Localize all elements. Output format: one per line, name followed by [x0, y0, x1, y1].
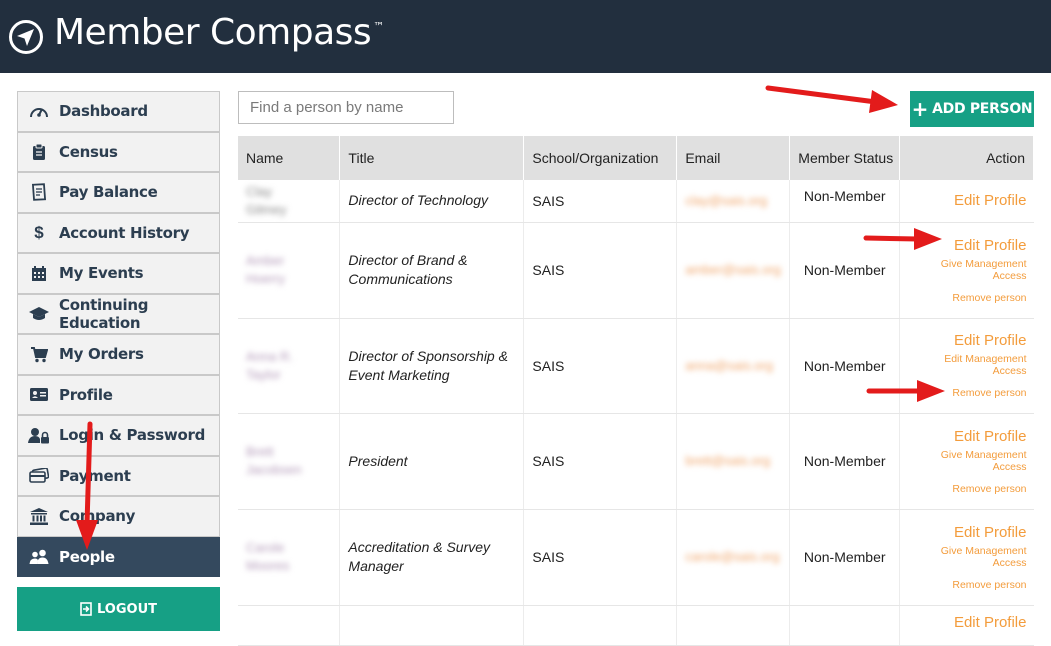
sidebar-item-label: Profile	[59, 385, 113, 404]
sidebar-item-label: Account History	[59, 223, 190, 242]
credit-card-icon	[28, 467, 50, 485]
person-email[interactable]: clay@sais.org	[685, 192, 777, 210]
give-management-access-link[interactable]: Give Management Access	[908, 449, 1027, 473]
table-row: Brett Jacobsen President SAIS brett@sais…	[238, 413, 1034, 510]
row-actions: Edit Profile Give Management Access Remo…	[899, 509, 1034, 606]
edit-profile-link[interactable]: Edit Profile	[908, 614, 1027, 631]
plus-icon: +	[911, 97, 929, 121]
compass-icon	[9, 20, 43, 54]
person-email[interactable]: anna@sais.org	[685, 357, 777, 375]
give-management-access-link[interactable]: Give Management Access	[908, 258, 1027, 282]
person-organization: SAIS	[523, 509, 678, 606]
person-organization: SAIS	[523, 222, 678, 319]
receipt-icon	[28, 183, 50, 201]
annotation-arrow	[863, 228, 942, 250]
column-header-member-status[interactable]: Member Status	[789, 136, 901, 180]
sidebar-item-label: My Events	[59, 264, 144, 283]
person-title: Director of Sponsorship & Event Marketin…	[348, 347, 508, 383]
sidebar-item-my-orders[interactable]: My Orders	[17, 334, 220, 375]
member-status: Non-Member	[789, 180, 901, 223]
person-title: Director of Brand & Communications	[348, 252, 468, 287]
person-name[interactable]: Carole Moores	[246, 539, 316, 575]
clipboard-icon	[28, 143, 50, 161]
dollar-icon: $	[34, 222, 44, 242]
add-person-button[interactable]: + ADD PERSON	[910, 91, 1034, 127]
person-organization: SAIS	[523, 180, 678, 223]
row-actions: Edit Profile	[899, 180, 1034, 223]
calendar-icon	[28, 264, 50, 282]
sidebar-item-profile[interactable]: Profile	[17, 374, 220, 415]
trademark: ™	[373, 20, 384, 33]
table-row: Carole Moores Accreditation & Survey Man…	[238, 509, 1034, 606]
row-actions: Edit Profile Give Management Access Remo…	[899, 413, 1034, 510]
dashboard-icon	[28, 102, 50, 120]
cart-icon	[28, 345, 50, 363]
top-bar: Member Compass ™	[0, 0, 1051, 73]
person-title: Director of Technology	[348, 192, 488, 209]
person-title: Accreditation & Survey Manager	[348, 539, 491, 574]
sidebar-item-people[interactable]: People	[17, 536, 220, 577]
column-header-organization[interactable]: School/Organization	[523, 136, 678, 180]
person-title: President	[348, 452, 408, 469]
user-lock-icon	[28, 426, 50, 444]
annotation-arrow	[866, 380, 945, 402]
table-row: Edit Profile	[238, 605, 1034, 646]
remove-person-link[interactable]: Remove person	[908, 483, 1026, 495]
remove-person-link[interactable]: Remove person	[908, 292, 1026, 304]
edit-profile-link[interactable]: Edit Profile	[908, 524, 1027, 541]
annotation-arrow	[76, 421, 98, 550]
give-management-access-link[interactable]: Give Management Access	[908, 545, 1027, 569]
person-name[interactable]: Brett Jacobsen	[246, 443, 316, 479]
logout-button[interactable]: LOGOUT	[17, 587, 220, 631]
sidebar-item-continuing-education[interactable]: Continuing Education	[17, 293, 220, 334]
person-organization: SAIS	[523, 318, 678, 414]
sidebar-item-pay-balance[interactable]: Pay Balance	[17, 172, 220, 213]
sidebar-item-my-events[interactable]: My Events	[17, 253, 220, 294]
edit-profile-link[interactable]: Edit Profile	[908, 192, 1027, 209]
person-email[interactable]: amber@sais.org	[685, 261, 781, 279]
sidebar-item-label: Census	[59, 142, 118, 161]
edit-profile-link[interactable]: Edit Profile	[908, 428, 1027, 445]
person-email[interactable]: carole@sais.org	[685, 548, 779, 566]
sidebar-item-label: Continuing Education	[59, 295, 149, 332]
edit-profile-link[interactable]: Edit Profile	[908, 332, 1027, 349]
logout-label: LOGOUT	[96, 601, 158, 617]
sidebar-item-payment[interactable]: Payment	[17, 455, 220, 496]
sidebar-item-census[interactable]: Census	[17, 131, 220, 172]
column-header-title[interactable]: Title	[339, 136, 525, 180]
sidebar-item-label: Dashboard	[59, 102, 148, 121]
sidebar-item-label: Pay Balance	[59, 183, 158, 202]
search-input[interactable]	[238, 91, 454, 124]
sidebar-item-account-history[interactable]: $ Account History	[17, 212, 220, 253]
id-card-icon	[28, 386, 50, 404]
sidebar-item-dashboard[interactable]: Dashboard	[17, 91, 220, 132]
annotation-arrow	[765, 85, 898, 113]
add-person-label: ADD PERSON	[932, 101, 1033, 117]
app-title[interactable]: Member Compass ™	[54, 12, 384, 53]
edit-management-access-link[interactable]: Edit Management Access	[908, 353, 1026, 377]
sidebar-nav: Dashboard Census Pay Balance $ Account H…	[17, 91, 220, 631]
table-row: Clay Gilmey Director of Technology SAIS …	[238, 180, 1034, 223]
member-status: Non-Member	[789, 413, 901, 510]
remove-person-link[interactable]: Remove person	[908, 579, 1026, 591]
sidebar-item-login-password[interactable]: Login & Password	[17, 415, 220, 456]
person-name[interactable]: Anna R. Taylor	[246, 348, 316, 384]
person-name[interactable]: Amber Hoerry	[246, 252, 316, 288]
row-actions: Edit Profile	[899, 605, 1034, 646]
person-organization: SAIS	[523, 413, 678, 510]
column-header-name[interactable]: Name	[238, 136, 341, 180]
sidebar-item-label: My Orders	[59, 345, 144, 364]
logout-icon	[80, 602, 92, 616]
column-header-email[interactable]: Email	[676, 136, 791, 180]
table-header-row: Name Title School/Organization Email Mem…	[238, 136, 1034, 180]
sidebar-item-company[interactable]: Company	[17, 496, 220, 537]
users-icon	[28, 548, 50, 566]
person-email[interactable]: brett@sais.org	[685, 452, 777, 470]
bank-icon	[28, 507, 50, 525]
column-header-action: Action	[899, 136, 1034, 180]
member-status: Non-Member	[789, 509, 901, 606]
graduation-cap-icon	[28, 305, 50, 323]
person-name[interactable]: Clay Gilmey	[246, 183, 316, 219]
